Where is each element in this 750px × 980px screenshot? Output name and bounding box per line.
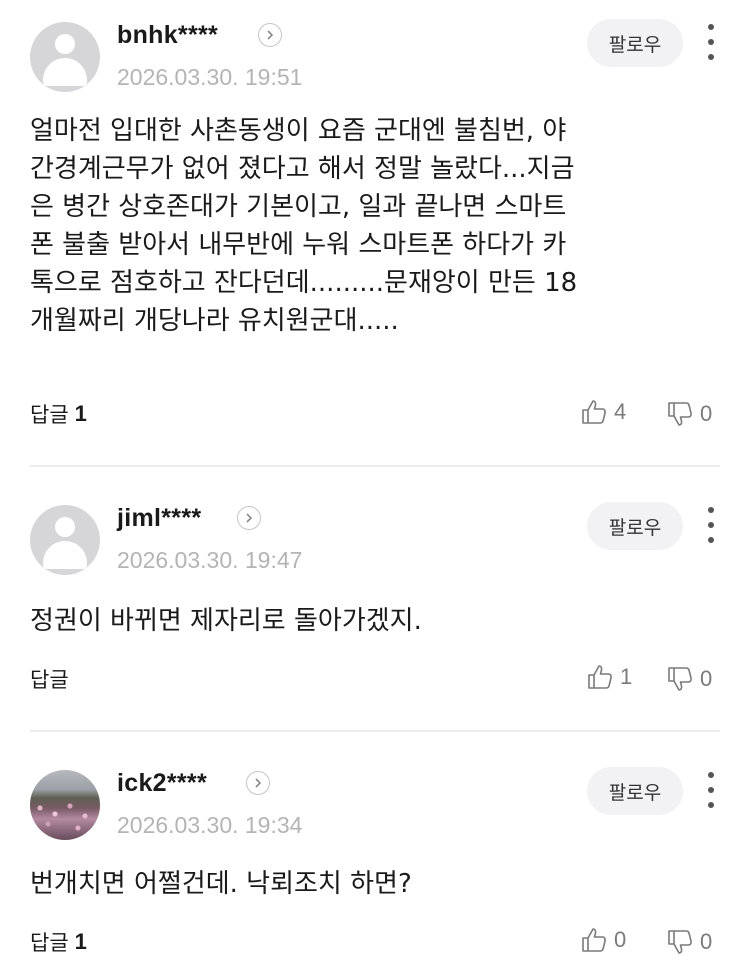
reply-count: 1 (74, 929, 87, 954)
like-button[interactable]: 4 (580, 398, 626, 426)
reply-button[interactable]: 답글 (30, 664, 75, 694)
comment-date: 2026.03.30. 19:47 (117, 547, 303, 573)
comment-date: 2026.03.30. 19:34 (117, 812, 303, 838)
divider (30, 730, 720, 732)
chevron-right-icon[interactable] (237, 506, 261, 530)
comment-text: 얼마전 입대한 사촌동생이 요즘 군대엔 불침번, 야 간경계근무가 없어 졌다… (30, 116, 578, 336)
follow-button[interactable]: 팔로우 (587, 767, 683, 815)
dislike-button[interactable]: 0 (666, 928, 712, 956)
reply-label: 답글 (30, 668, 69, 692)
like-count: 4 (614, 399, 627, 424)
more-options-icon[interactable] (702, 772, 720, 808)
follow-button[interactable]: 팔로우 (587, 502, 683, 550)
avatar[interactable] (30, 22, 100, 92)
reply-button[interactable]: 답글 1 (30, 399, 87, 429)
more-options-icon[interactable] (702, 507, 720, 543)
reply-count: 1 (74, 401, 87, 426)
dislike-count: 0 (700, 401, 713, 426)
thumbs-down-icon (668, 402, 692, 426)
like-button[interactable]: 0 (580, 926, 626, 954)
thumbs-up-icon (588, 665, 612, 689)
username[interactable]: bnhk**** (117, 21, 218, 50)
chevron-right-icon[interactable] (246, 771, 270, 795)
thumbs-down-icon (668, 667, 692, 691)
comment-text: 정권이 바뀌면 제자리로 돌아가겠지. (30, 606, 422, 636)
divider (30, 465, 720, 467)
default-avatar-icon (55, 34, 75, 54)
thumbs-down-icon (668, 930, 692, 954)
reply-label: 답글 (30, 403, 69, 427)
username[interactable]: jiml**** (117, 504, 201, 533)
comment-text: 번개치면 어쩔건데. 낙뢰조치 하면? (30, 869, 412, 899)
dislike-button[interactable]: 0 (666, 400, 712, 428)
like-count: 0 (614, 927, 627, 952)
username[interactable]: ick2**** (117, 769, 207, 798)
default-avatar-icon (55, 517, 75, 537)
more-options-icon[interactable] (702, 24, 720, 60)
dislike-count: 0 (700, 929, 713, 954)
follow-button[interactable]: 팔로우 (587, 19, 683, 67)
chevron-right-icon[interactable] (258, 23, 282, 47)
dislike-count: 0 (700, 666, 713, 691)
avatar[interactable] (30, 505, 100, 575)
flower-field-photo (30, 800, 100, 840)
thumbs-up-icon (582, 400, 606, 424)
reply-button[interactable]: 답글 1 (30, 927, 87, 957)
comment-date: 2026.03.30. 19:51 (117, 64, 303, 90)
like-count: 1 (620, 664, 633, 689)
thumbs-up-icon (582, 928, 606, 952)
like-button[interactable]: 1 (586, 663, 632, 691)
dislike-button[interactable]: 0 (666, 665, 712, 693)
avatar[interactable] (30, 770, 100, 840)
reply-label: 답글 (30, 931, 69, 955)
